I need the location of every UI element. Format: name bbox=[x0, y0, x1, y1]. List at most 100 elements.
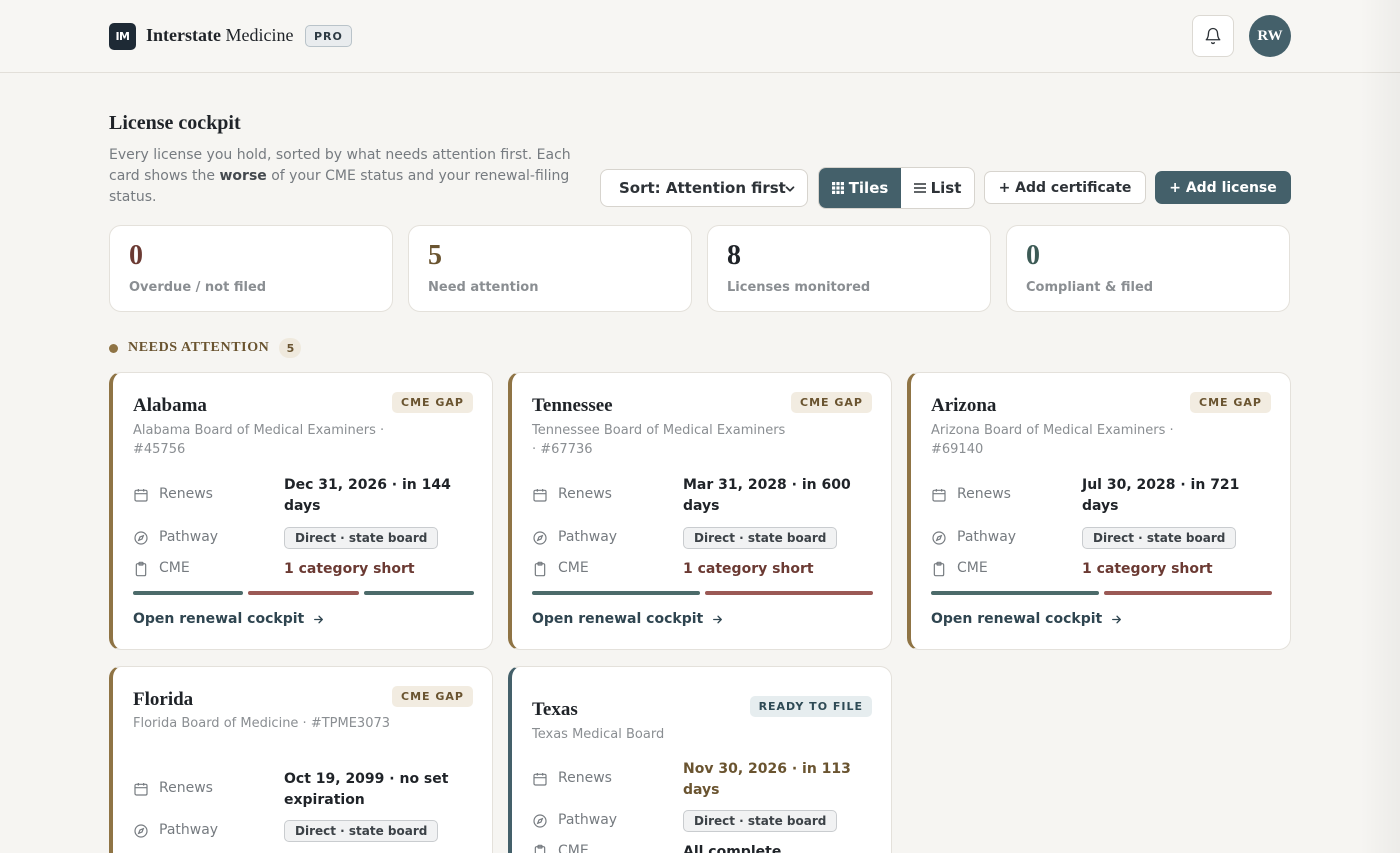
cme-row: CME 1 category short bbox=[931, 559, 1272, 581]
brand-name-rest: Medicine bbox=[220, 25, 294, 45]
renews-value: Jul 30, 2028 · in 721 days bbox=[1082, 477, 1240, 514]
card-state: Texas bbox=[532, 699, 578, 720]
progress-segment bbox=[931, 591, 1099, 595]
renews-label: Renews bbox=[558, 770, 612, 786]
card-board: Florida Board of Medicine · #TPME3073 bbox=[133, 716, 391, 731]
license-card-texas[interactable]: Texas READY TO FILE Texas Medical Board … bbox=[508, 666, 892, 853]
calendar-icon bbox=[533, 489, 547, 502]
renews-value: Oct 19, 2099 · no set expiration bbox=[284, 771, 449, 808]
open-renewal-label: Open renewal cockpit bbox=[931, 611, 1103, 627]
top-bar: IM Interstate Medicine PRO RW bbox=[0, 0, 1400, 73]
stat-compliant[interactable]: 0 Compliant & filed bbox=[1006, 225, 1290, 312]
card-state: Alabama bbox=[133, 395, 207, 416]
add-license-button[interactable]: + Add license bbox=[1155, 171, 1291, 204]
add-certificate-button[interactable]: + Add certificate bbox=[984, 171, 1146, 204]
page-description: Every license you hold, sorted by what n… bbox=[109, 145, 579, 208]
cme-value: All complete bbox=[683, 844, 782, 853]
progress-segment bbox=[363, 591, 474, 595]
compass-icon bbox=[533, 814, 547, 828]
bell-icon bbox=[1205, 27, 1221, 45]
renews-row: Renews Dec 31, 2026 · in 144 days bbox=[133, 475, 474, 517]
calendar-icon bbox=[533, 773, 547, 786]
cme-row: CME 1 category short bbox=[133, 559, 474, 581]
status-dot bbox=[109, 343, 118, 353]
license-card-alabama[interactable]: Alabama CME GAP Alabama Board of Medical… bbox=[109, 372, 493, 650]
view-tiles-button[interactable]: Tiles bbox=[819, 168, 901, 208]
section-needs-attention: NEEDS ATTENTION 5 bbox=[109, 338, 302, 358]
license-card-arizona[interactable]: Arizona CME GAP Arizona Board of Medical… bbox=[907, 372, 1291, 650]
stat-value: 0 bbox=[1026, 240, 1040, 271]
status-badge: CME GAP bbox=[392, 686, 473, 707]
plan-badge: PRO bbox=[305, 25, 352, 47]
cme-value: 1 category short bbox=[284, 561, 415, 577]
pathway-pill: Direct · state board bbox=[1082, 527, 1237, 549]
pathway-label: Pathway bbox=[558, 812, 618, 828]
license-card-tennessee[interactable]: Tennessee CME GAP Tennessee Board of Med… bbox=[508, 372, 892, 650]
section-count: 5 bbox=[279, 338, 302, 358]
card-state: Arizona bbox=[931, 395, 997, 416]
page-title: License cockpit bbox=[109, 112, 241, 134]
open-renewal-link[interactable]: Open renewal cockpit bbox=[931, 611, 1123, 627]
arrow-right-icon bbox=[713, 615, 723, 623]
pathway-row: Pathway Direct · state board bbox=[532, 810, 873, 834]
grid-icon bbox=[831, 182, 844, 194]
cme-value: 1 category short bbox=[683, 561, 814, 577]
brand-logo[interactable]: IM bbox=[109, 23, 136, 50]
progress-bars bbox=[133, 591, 474, 595]
cme-value: 1 category short bbox=[1082, 561, 1213, 577]
card-board: Alabama Board of Medical Examiners · #45… bbox=[133, 423, 385, 457]
calendar-icon bbox=[134, 489, 148, 502]
compass-icon bbox=[134, 824, 148, 838]
progress-segment bbox=[705, 591, 873, 595]
cme-row: CME 1 category short bbox=[532, 559, 873, 581]
stat-overdue[interactable]: 0 Overdue / not filed bbox=[109, 225, 393, 312]
renews-row: Renews Nov 30, 2026 · in 113 days bbox=[532, 759, 873, 801]
view-toggle: Tiles List bbox=[818, 167, 975, 209]
license-card-florida[interactable]: Florida CME GAP Florida Board of Medicin… bbox=[109, 666, 493, 853]
stat-label: Overdue / not filed bbox=[129, 280, 267, 295]
open-renewal-label: Open renewal cockpit bbox=[133, 611, 305, 627]
progress-segment bbox=[1104, 591, 1272, 595]
notifications-button[interactable] bbox=[1192, 15, 1234, 57]
compass-icon bbox=[533, 531, 547, 545]
open-renewal-link[interactable]: Open renewal cockpit bbox=[532, 611, 724, 627]
cme-label: CME bbox=[558, 843, 589, 853]
sort-select[interactable]: Sort: Attention first bbox=[600, 169, 808, 207]
renews-value: Nov 30, 2026 · in 113 days bbox=[683, 761, 851, 798]
stat-value: 0 bbox=[129, 240, 143, 271]
open-renewal-link[interactable]: Open renewal cockpit bbox=[133, 611, 325, 627]
brand-name[interactable]: Interstate Medicine bbox=[146, 25, 293, 46]
pathway-label: Pathway bbox=[159, 529, 219, 545]
status-badge: READY TO FILE bbox=[749, 696, 872, 717]
arrow-right-icon bbox=[1112, 615, 1122, 623]
stat-need-attention[interactable]: 5 Need attention bbox=[408, 225, 692, 312]
scroll-edge-shadow bbox=[1360, 0, 1400, 853]
card-board: Texas Medical Board bbox=[532, 727, 665, 742]
pathway-label: Pathway bbox=[558, 529, 618, 545]
open-renewal-label: Open renewal cockpit bbox=[532, 611, 704, 627]
pathway-label: Pathway bbox=[957, 529, 1017, 545]
pathway-row: Pathway Direct · state board bbox=[133, 527, 474, 551]
compass-icon bbox=[932, 531, 946, 545]
pathway-row: Pathway Direct · state board bbox=[133, 820, 474, 844]
renews-value: Dec 31, 2026 · in 144 days bbox=[284, 477, 451, 514]
pathway-pill: Direct · state board bbox=[683, 810, 838, 832]
renews-label: Renews bbox=[159, 780, 213, 796]
view-list-label: List bbox=[930, 179, 962, 197]
view-list-button[interactable]: List bbox=[901, 168, 974, 208]
progress-bars bbox=[532, 591, 873, 595]
stat-licenses-monitored[interactable]: 8 Licenses monitored bbox=[707, 225, 991, 312]
card-state: Florida bbox=[133, 689, 194, 710]
card-state: Tennessee bbox=[532, 395, 613, 416]
renews-row: Renews Jul 30, 2028 · in 721 days bbox=[931, 475, 1272, 517]
renews-value: Mar 31, 2028 · in 600 days bbox=[683, 477, 851, 514]
progress-segment bbox=[532, 591, 700, 595]
chevron-down-icon bbox=[785, 186, 795, 192]
renews-row: Renews Mar 31, 2028 · in 600 days bbox=[532, 475, 873, 517]
brand-name-bold: Interstate bbox=[146, 25, 221, 45]
progress-segment bbox=[133, 591, 244, 595]
stat-value: 5 bbox=[428, 240, 442, 271]
view-tiles-label: Tiles bbox=[848, 179, 889, 197]
cme-label: CME bbox=[558, 560, 589, 576]
user-avatar[interactable]: RW bbox=[1249, 15, 1291, 57]
